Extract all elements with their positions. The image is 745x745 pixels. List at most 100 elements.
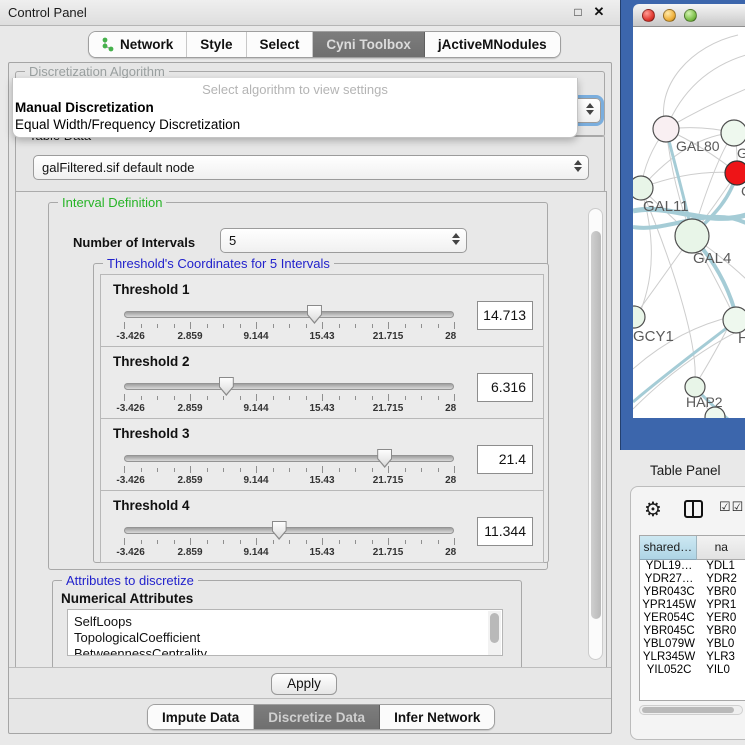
threshold-2-slider[interactable]: -3.426 2.859 9.144 15.43 21.715 28 [124,377,454,411]
column-header-shared-name[interactable]: shared… [640,536,697,560]
cell[interactable]: YPR1 [698,599,745,612]
cell[interactable]: YDL1 [698,560,745,573]
node-gal11[interactable] [633,176,653,200]
cell[interactable]: YDL19… [640,560,698,573]
combobox-arrows-icon [452,233,460,245]
network-canvas[interactable]: GAL80 G. C GAL11 GAL4 GCY1 H HAP2 [633,27,745,418]
close-window-icon[interactable] [642,9,655,22]
table-row[interactable]: YDR27…YDR2 [640,573,745,586]
number-of-intervals-combobox[interactable]: 5 [220,228,467,253]
tab-infer-network[interactable]: Infer Network [380,705,494,729]
cell[interactable]: YBR0 [698,625,745,638]
table-row[interactable]: YER054CYER0 [640,612,745,625]
close-panel-button[interactable]: ✕ [591,4,607,20]
tab-network[interactable]: Network [89,32,187,57]
select-columns-icons[interactable]: ☑☑ [719,499,744,515]
threshold-3-slider[interactable]: -3.426 2.859 9.144 15.43 21.715 28 [124,449,454,483]
node-label-gal80: GAL80 [676,138,720,154]
settings-scrollbar-thumb[interactable] [591,231,601,619]
table-row[interactable]: YDL19…YDL1 [640,560,745,573]
float-window-button[interactable]: □ [570,4,586,20]
cell[interactable]: YPR145W [640,599,698,612]
attribute-item[interactable]: SelfLoops [74,614,502,630]
tick-label: 9.144 [243,475,268,486]
tab-cyni-toolbox-label: Cyni Toolbox [326,37,411,52]
node-partial-top-right[interactable] [721,120,745,146]
threshold-2-value-field[interactable]: 6.316 [477,373,533,402]
cell[interactable]: YDR2 [698,573,745,586]
threshold-4-value-field[interactable]: 11.344 [477,517,533,546]
apply-button[interactable]: Apply [271,673,337,695]
tick-label: 2.859 [177,547,202,558]
zoom-window-icon[interactable] [684,9,697,22]
table-row[interactable]: YPR145WYPR1 [640,599,745,612]
cell[interactable]: YER0 [698,612,745,625]
columns-icon[interactable] [684,500,703,518]
algorithm-settings-panel: Interval Definition Number of Intervals … [15,191,607,669]
threshold-4-slider[interactable]: -3.426 2.859 9.144 15.43 21.715 28 [124,521,454,555]
tick-label: 28 [445,547,456,558]
attribute-item[interactable]: TopologicalCoefficient [74,630,502,646]
node-selected-red[interactable] [725,161,745,185]
cell[interactable]: YBR045C [640,625,698,638]
tab-jactivemnodules[interactable]: jActiveMNodules [425,32,560,57]
table-row[interactable]: YLR345WYLR3 [640,651,745,664]
cell[interactable]: YBL079W [640,638,698,651]
cell[interactable]: YIL0 [698,664,745,677]
combobox-arrows-icon [586,103,594,115]
node-label-h: H [738,330,745,347]
tab-discretize-data[interactable]: Discretize Data [254,705,380,729]
tick-label: 15.43 [309,547,334,558]
slider-track [124,383,454,390]
tick-label: -3.426 [116,403,144,414]
cell[interactable]: YIL052C [640,664,698,677]
network-window-titlebar[interactable] [633,4,745,27]
cell[interactable]: YLR345W [640,651,698,664]
slider-ticks [124,538,454,546]
node-gal4[interactable] [675,219,709,253]
cell[interactable]: YER054C [640,612,698,625]
table-data-combobox[interactable]: galFiltered.sif default node [33,155,589,180]
attributes-list-scrollbar[interactable] [488,611,501,656]
network-icon [102,37,115,52]
minimize-window-icon[interactable] [663,9,676,22]
dropdown-option-manual-discretization[interactable]: Manual Discretization [15,100,154,115]
cell[interactable]: YDR27… [640,573,698,586]
slider-track [124,527,454,534]
settings-scrollbar[interactable] [588,208,603,660]
threshold-1-slider[interactable]: -3.426 2.859 9.144 15.43 21.715 28 [124,305,454,339]
gear-icon[interactable]: ⚙ [644,497,662,522]
cell[interactable]: YBR043C [640,586,698,599]
cell[interactable]: YLR3 [698,651,745,664]
tab-cyni-toolbox[interactable]: Cyni Toolbox [313,32,425,57]
apply-strip: Apply [9,667,611,699]
attributes-group-title: Attributes to discretize [62,573,198,588]
column-header-name[interactable]: na [697,536,745,560]
table-row[interactable]: YBR043CYBR0 [640,586,745,599]
table-row[interactable]: YBR045CYBR0 [640,625,745,638]
table-panel: Table Panel ⚙ ☑☑ shared… na YDL19…YDL1 Y… [620,450,745,745]
node-label-hap2: HAP2 [686,394,723,410]
slider-track [124,311,454,318]
tick-label: 15.43 [309,475,334,486]
table-horizontal-scrollbar-thumb[interactable] [642,707,734,713]
tick-label: 9.144 [243,331,268,342]
tab-select[interactable]: Select [247,32,314,57]
attribute-item[interactable]: BetweennessCentrality [74,646,502,656]
threshold-3-value-field[interactable]: 21.4 [477,445,533,474]
cell[interactable]: YBL0 [698,638,745,651]
tab-impute-data[interactable]: Impute Data [148,705,254,729]
cell[interactable]: YBR0 [698,586,745,599]
node-gcy1[interactable] [633,306,645,328]
tick-label: 9.144 [243,403,268,414]
node-table: shared… na YDL19…YDL1 YDR27…YDR2 YBR043C… [639,535,745,701]
table-row[interactable]: YIL052CYIL0 [640,664,745,677]
threshold-1-value-field[interactable]: 14.713 [477,301,533,330]
dropdown-option-equal-width-frequency[interactable]: Equal Width/Frequency Discretization [15,117,240,132]
tick-label: 21.715 [373,547,404,558]
control-panel-titlebar: Control Panel □ ✕ [0,0,620,26]
table-horizontal-scrollbar[interactable] [639,705,743,715]
tab-style[interactable]: Style [187,32,246,57]
table-row[interactable]: YBL079WYBL0 [640,638,745,651]
tick-label: 2.859 [177,331,202,342]
